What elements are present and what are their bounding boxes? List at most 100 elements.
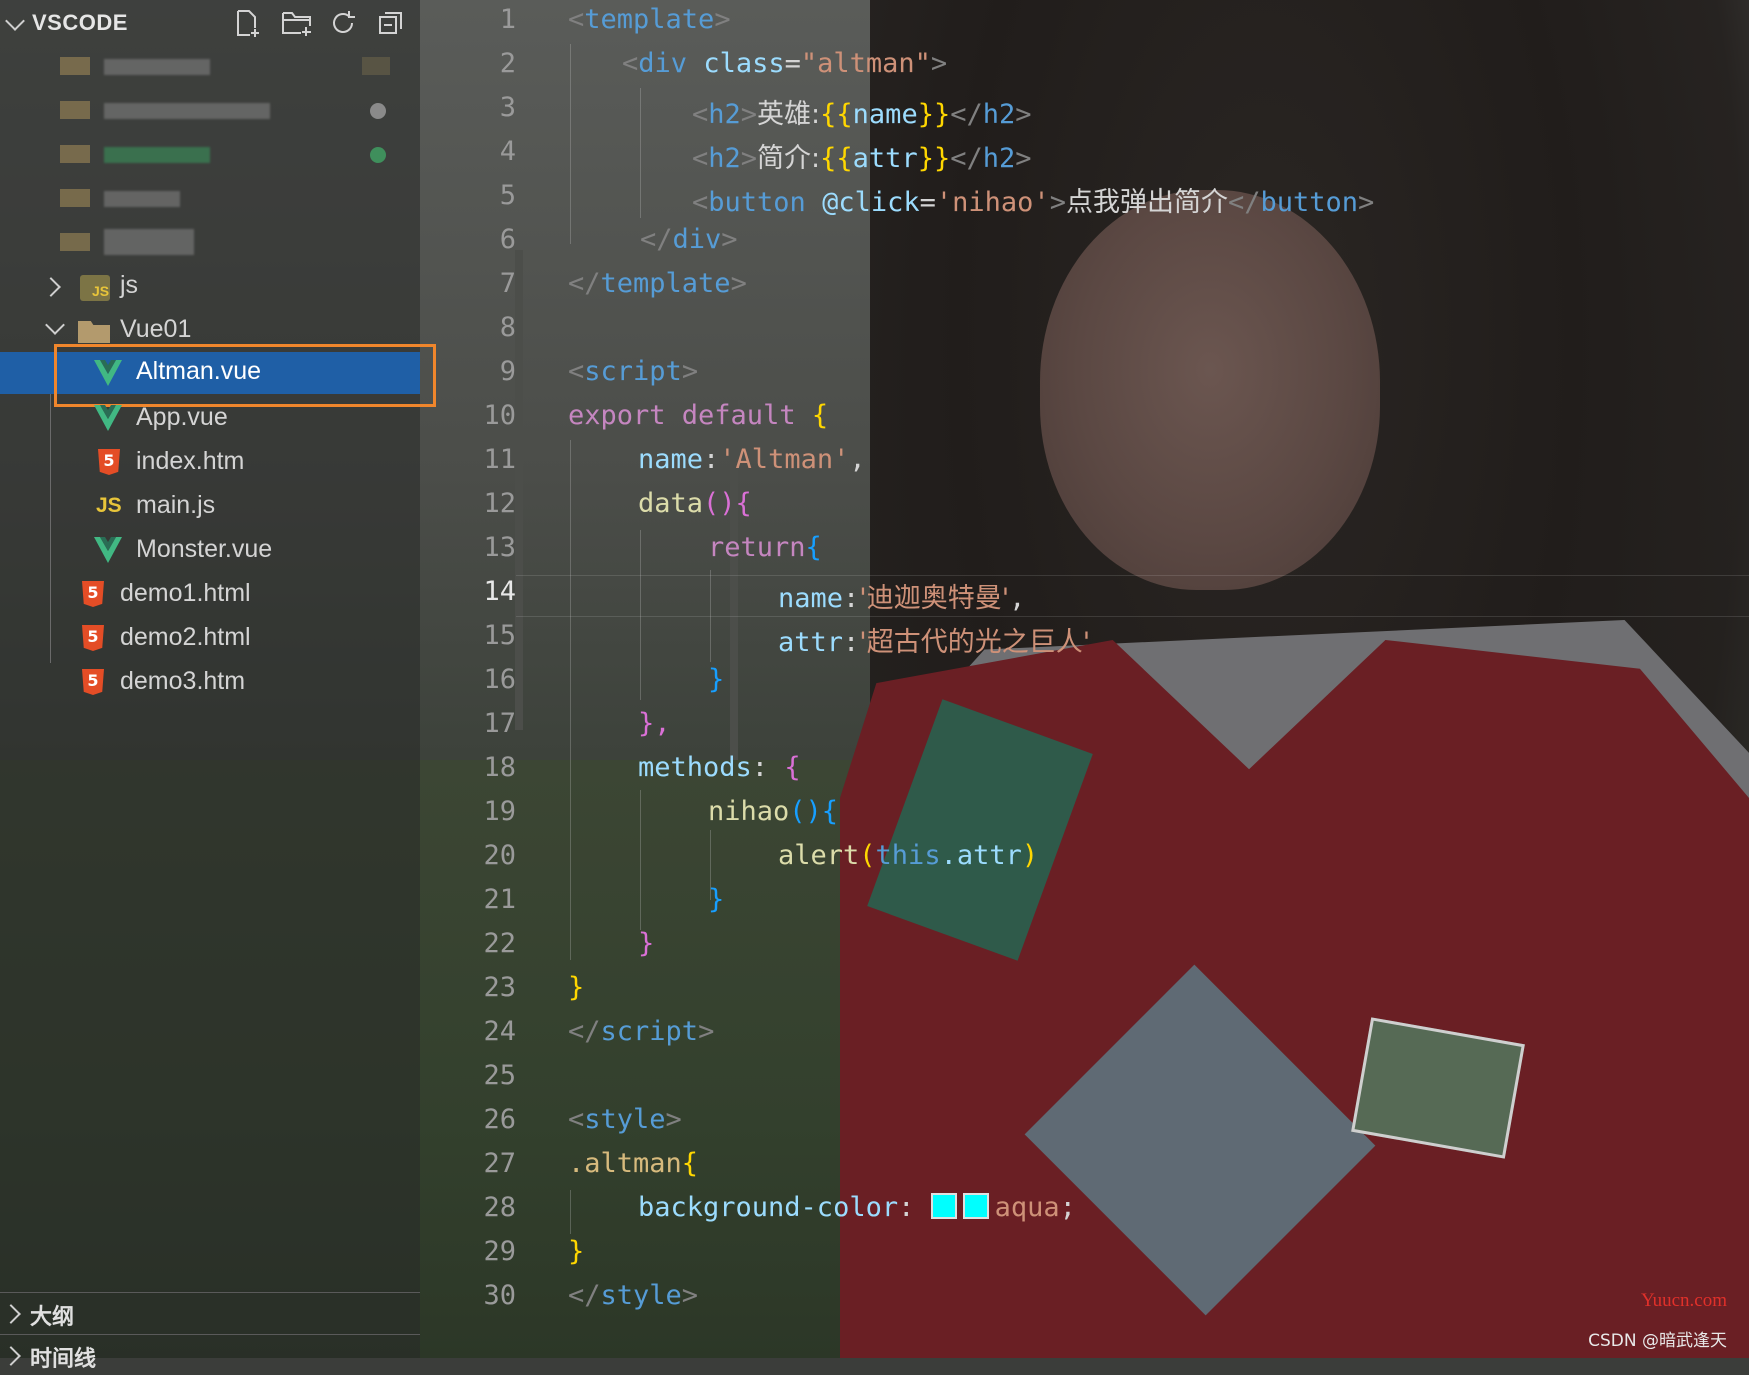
tree-item-monster-vue[interactable]: Monster.vue [0, 529, 420, 573]
token: div [638, 48, 688, 79]
code-line[interactable]: <template> [420, 0, 1749, 44]
code-line[interactable]: }, [420, 704, 1749, 748]
html5-icon: 5 [82, 625, 104, 651]
code-line[interactable]: name:'Altman', [420, 440, 1749, 484]
token: .attr [940, 840, 1022, 871]
code-text: <script> [568, 356, 699, 387]
tree-item-demo3-htm[interactable]: 5 demo3.htm [0, 661, 420, 705]
vue-icon [94, 537, 122, 563]
blurred-tree-item[interactable] [0, 177, 420, 221]
tree-item-label: Vue01 [120, 315, 192, 343]
token: h2 [708, 143, 741, 174]
token: '超古代的光之巨人' [859, 627, 1091, 658]
tree-item-index-htm[interactable]: 5 index.htm [0, 441, 420, 485]
code-text: <template> [568, 4, 731, 35]
code-text: nihao(){ [708, 796, 838, 827]
code-line[interactable]: </div> [420, 220, 1749, 264]
outline-label: 大纲 [30, 1304, 75, 1329]
watermark: Yuucn.com [1640, 1290, 1727, 1311]
tree-item-demo1-html[interactable]: 5 demo1.html [0, 573, 420, 617]
blurred-tree-item[interactable] [0, 221, 420, 265]
code-line[interactable]: nihao(){ [420, 792, 1749, 836]
code-line[interactable]: data(){ [420, 484, 1749, 528]
token: 英雄: [757, 99, 821, 130]
token: background-color [638, 1192, 899, 1223]
new-folder-icon[interactable] [280, 8, 311, 38]
token: div [672, 224, 722, 255]
code-line[interactable]: <h2>简介:{{attr}}</h2> [420, 132, 1749, 176]
chevron-right-icon [41, 277, 61, 297]
code-text: <div class="altman"> [622, 48, 948, 79]
token: {{ [820, 99, 853, 130]
color-swatch-icon[interactable] [962, 1193, 989, 1219]
code-line[interactable]: </template> [420, 264, 1749, 308]
html5-icon: 5 [82, 669, 104, 695]
token: } [638, 928, 655, 959]
blurred-tree-item[interactable] [0, 45, 420, 89]
code-line[interactable]: <style> [420, 1100, 1749, 1144]
code-text: return{ [708, 532, 822, 563]
token: style [600, 1280, 682, 1311]
refresh-icon[interactable] [328, 8, 358, 38]
explorer-header[interactable]: VSCODE [0, 0, 420, 46]
code-text: </script> [568, 1016, 715, 1047]
token: 'nihao' [935, 187, 1050, 218]
code-line[interactable]: <button @click='nihao'>点我弹出简介</button> [420, 176, 1749, 220]
token: () [789, 796, 822, 827]
tree-item-demo2-html[interactable]: 5 demo2.html [0, 617, 420, 661]
tree-item-app-vue[interactable]: App.vue [0, 397, 420, 441]
outline-section[interactable]: 大纲 [0, 1292, 420, 1333]
code-editor[interactable]: 1 2 3 4 5 6 7 8 9 10 11 12 13 14 15 16 17 18 19 20 21 22 23 24 2… [420, 0, 1749, 1358]
token: name [852, 99, 918, 130]
blurred-tree-item[interactable] [0, 89, 420, 133]
blurred-tree-item[interactable] [0, 133, 420, 177]
token: { [811, 400, 829, 431]
token: 简介: [757, 143, 821, 174]
code-line[interactable]: </style> [420, 1276, 1749, 1320]
code-line[interactable]: } [420, 924, 1749, 968]
code-line[interactable]: </script> [420, 1012, 1749, 1056]
token: script [600, 1016, 699, 1047]
code-text: } [568, 1236, 584, 1267]
token: { [681, 1148, 699, 1179]
chevron-right-icon [1, 1304, 21, 1324]
code-line[interactable]: alert(this.attr) [420, 836, 1749, 880]
code-line[interactable]: <script> [420, 352, 1749, 396]
code-line[interactable]: methods: { [420, 748, 1749, 792]
code-line[interactable]: return{ [420, 528, 1749, 572]
color-swatch-icon[interactable] [930, 1193, 957, 1219]
token: = [784, 48, 801, 79]
token: {{ [820, 143, 853, 174]
code-line[interactable]: background-color: aqua; [420, 1188, 1749, 1232]
tree-item-label: main.js [136, 491, 216, 519]
collapse-all-icon[interactable] [376, 8, 406, 38]
code-line[interactable]: } [420, 968, 1749, 1012]
code-line[interactable]: <div class="altman"> [420, 44, 1749, 88]
code-line[interactable]: } [420, 660, 1749, 704]
blurred-label [104, 229, 194, 255]
token: ) [1021, 840, 1039, 871]
tree-item-main-js[interactable]: JS main.js [0, 485, 420, 529]
chevron-down-icon[interactable] [5, 11, 25, 31]
code-text: } [708, 664, 724, 695]
code-line[interactable]: .altman{ [420, 1144, 1749, 1188]
tree-item-js[interactable]: JS js [0, 265, 420, 309]
html5-icon: 5 [82, 581, 104, 607]
html5-icon: 5 [98, 449, 120, 475]
token: , [849, 444, 866, 475]
code-line[interactable]: } [420, 880, 1749, 924]
code-line[interactable]: } [420, 1232, 1749, 1276]
code-line[interactable]: export default { [420, 396, 1749, 440]
token: > [714, 4, 731, 35]
folder-icon [60, 57, 90, 75]
code-line[interactable]: <h2>英雄:{{name}}</h2> [420, 88, 1749, 132]
code-line[interactable]: attr:'超古代的光之巨人' [420, 616, 1749, 660]
token: } [708, 664, 725, 695]
token: 点我弹出简介 [1065, 187, 1228, 218]
code-line[interactable]: name:'迪迦奥特曼', [420, 572, 1749, 616]
tree-item-label: App.vue [136, 403, 228, 431]
token: = [919, 187, 936, 218]
token: } [568, 972, 585, 1003]
new-file-icon[interactable] [232, 8, 262, 38]
timeline-section[interactable]: 时间线 [0, 1334, 420, 1375]
